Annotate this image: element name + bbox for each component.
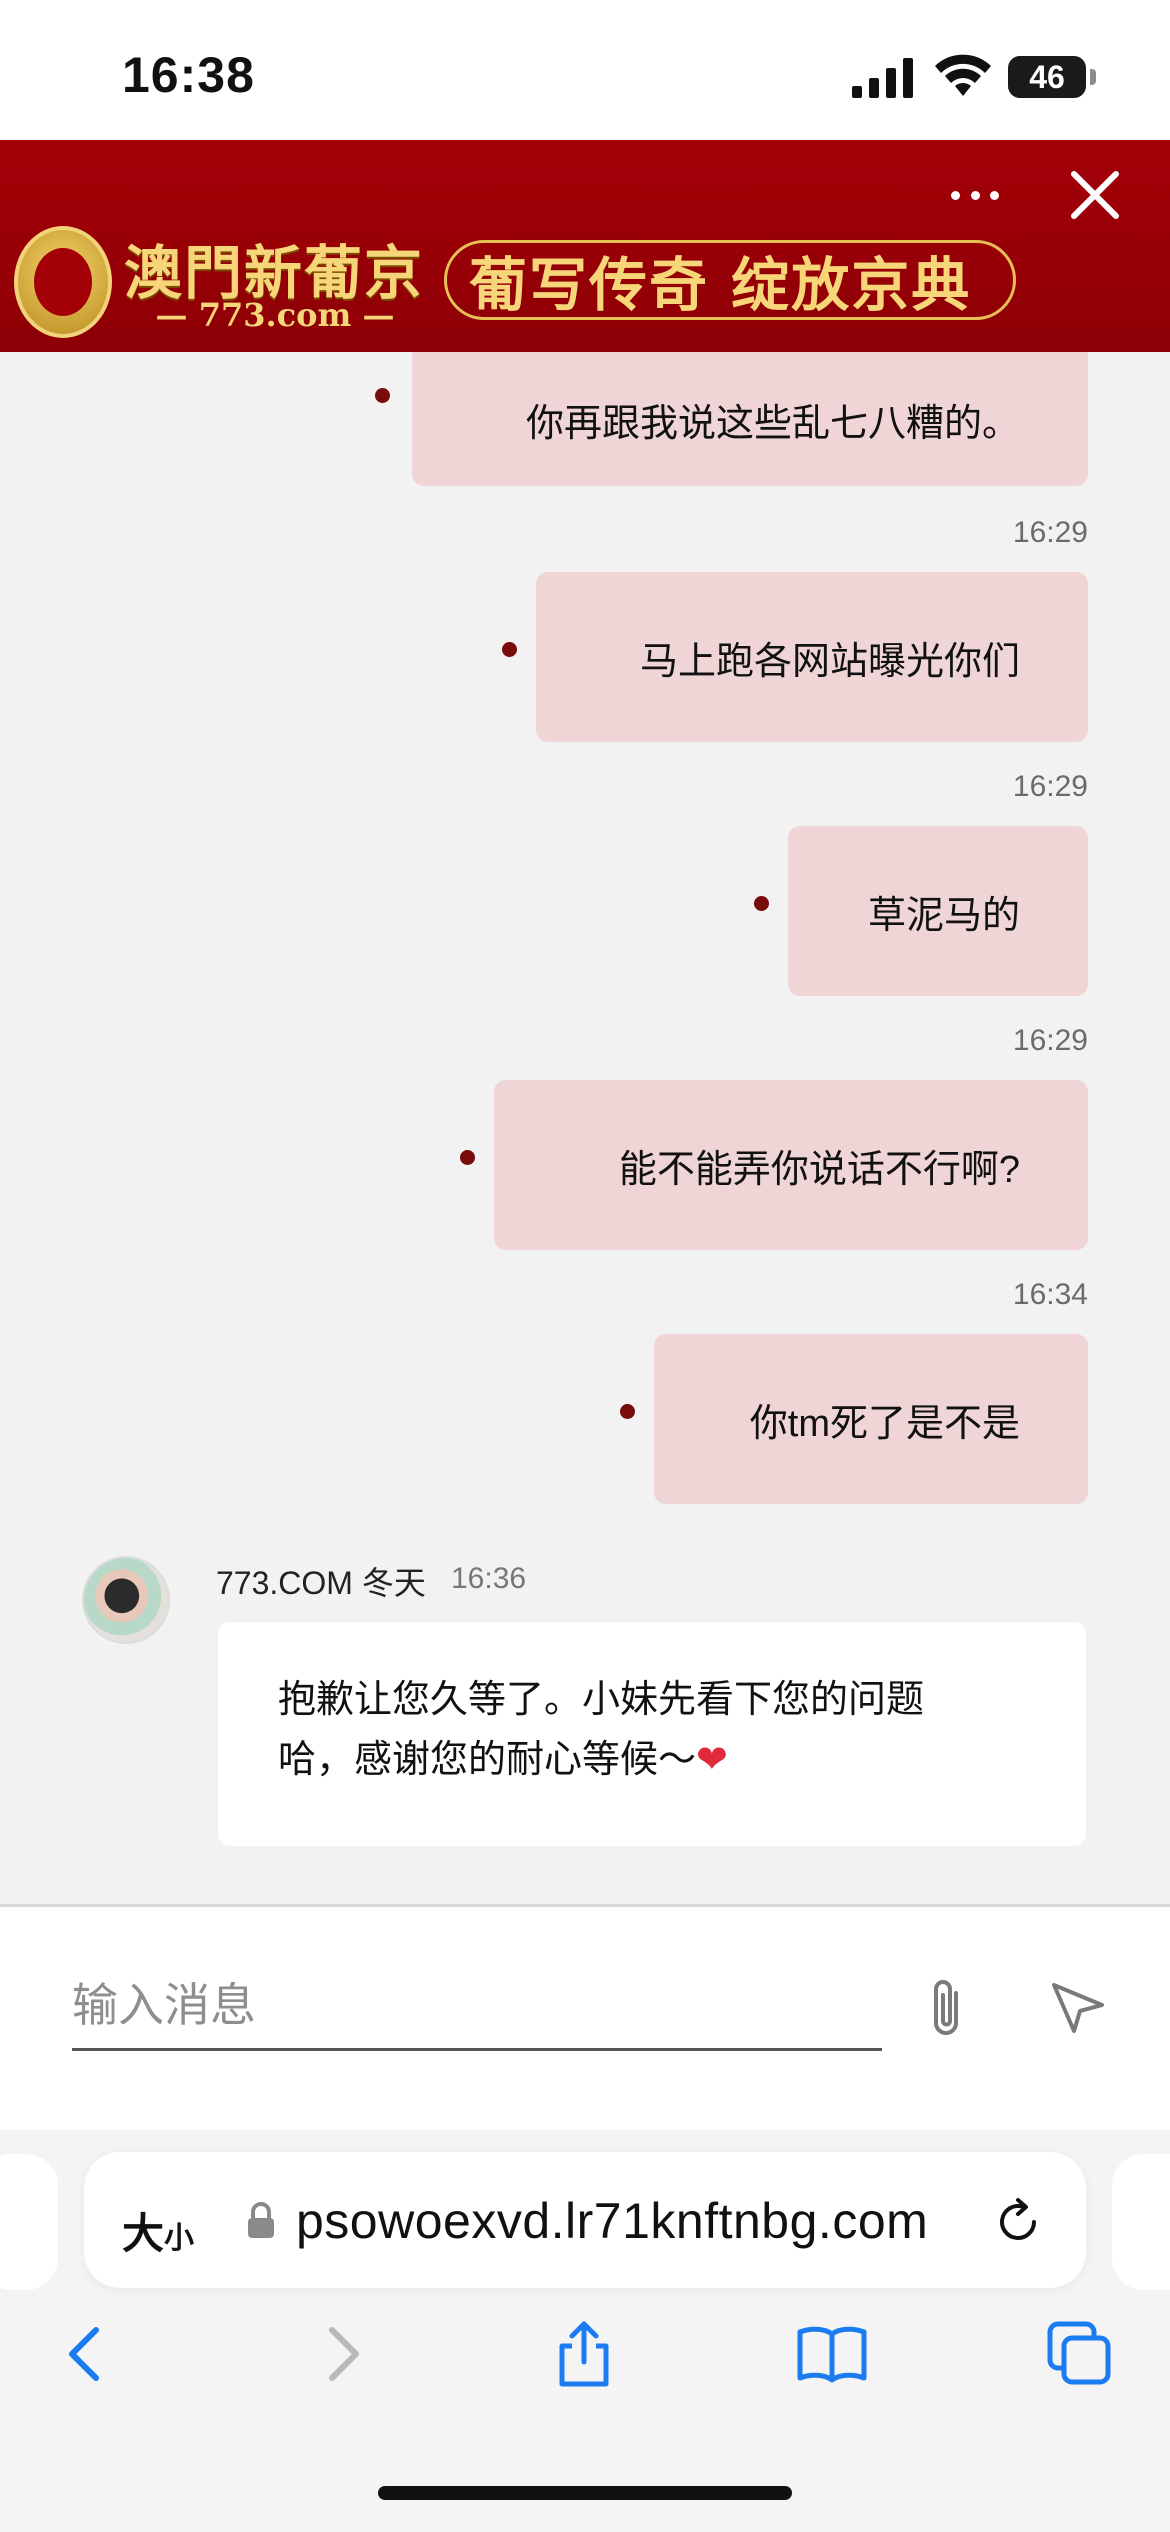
browser-toolbar: 大小 psowoexvd.lr71knftnbg.com	[0, 2130, 1170, 2532]
message-text: 草泥马的	[867, 894, 1020, 937]
message-text: 你tm死了是不是	[749, 1402, 1020, 1445]
cellular-signal-icon	[852, 58, 913, 98]
brand-domain: — 773.com —	[155, 296, 395, 334]
address-bar[interactable]: 大小 psowoexvd.lr71knftnbg.com	[84, 2152, 1086, 2288]
unread-dot	[375, 388, 390, 403]
heart-icon: ❤	[696, 1739, 728, 1781]
bookmarks-icon[interactable]	[796, 2318, 868, 2390]
message-timestamp: 16:36	[451, 1562, 527, 1595]
more-icon[interactable]	[945, 175, 1005, 215]
slogan-badge: 葡写传奇 绽放京典	[444, 240, 1016, 320]
message-text: 能不能弄你说话不行啊?	[618, 1148, 1020, 1191]
unread-dot	[620, 1404, 635, 1419]
url-text[interactable]: psowoexvd.lr71knftnbg.com	[296, 2192, 928, 2250]
message-text-line: 哈，感谢您的耐心等候～❤	[278, 1739, 728, 1781]
message-bubble-outgoing: 你tm死了是不是	[654, 1334, 1088, 1504]
agent-avatar[interactable]	[82, 1556, 170, 1644]
agent-name: 773.COM 冬天	[216, 1565, 426, 1601]
reload-icon[interactable]	[992, 2196, 1044, 2248]
message-timestamp: 16:29	[1012, 516, 1088, 549]
slogan-text: 葡写传奇 绽放京典	[469, 251, 972, 319]
tabs-icon[interactable]	[1044, 2318, 1116, 2390]
message-timestamp: 16:29	[1012, 1024, 1088, 1057]
forward-icon[interactable]	[304, 2318, 376, 2390]
message-timestamp: 16:34	[1012, 1278, 1088, 1311]
message-text-line: 抱歉让您久等了。小妹先看下您的问题	[278, 1679, 925, 1721]
lock-icon	[248, 2202, 274, 2238]
message-text: 马上跑各网站曝光你们	[639, 640, 1020, 683]
wifi-icon	[935, 54, 991, 96]
message-bubble-outgoing: 马上跑各网站曝光你们	[536, 572, 1088, 742]
back-icon[interactable]	[52, 2318, 124, 2390]
message-bubble-incoming: 抱歉让您久等了。小妹先看下您的问题 哈，感谢您的耐心等候～❤	[218, 1622, 1086, 1846]
message-text: 你再跟我说这些乱七八糟的。	[525, 402, 1020, 445]
unread-dot	[502, 642, 517, 657]
unread-dot	[460, 1150, 475, 1165]
text-size-button[interactable]: 大小	[122, 2200, 194, 2261]
send-icon[interactable]	[1050, 1979, 1106, 2035]
home-indicator[interactable]	[378, 2486, 792, 2500]
unread-dot	[754, 896, 769, 911]
message-bubble-outgoing: 你再跟我说这些乱七八糟的。	[412, 352, 1088, 486]
attach-icon[interactable]	[922, 1977, 970, 2041]
share-icon[interactable]	[548, 2318, 620, 2390]
status-time: 16:38	[122, 47, 255, 103]
message-bubble-outgoing: 能不能弄你说话不行啊?	[494, 1080, 1088, 1250]
adjacent-tab-left[interactable]	[0, 2154, 58, 2290]
brand-logo-icon	[14, 226, 112, 338]
message-timestamp: 16:29	[1012, 770, 1088, 803]
battery-indicator: 46	[1008, 56, 1096, 98]
adjacent-tab-right[interactable]	[1112, 2154, 1170, 2290]
message-input-bar	[0, 1904, 1170, 2130]
close-icon[interactable]	[1066, 166, 1124, 224]
message-input[interactable]	[72, 1961, 882, 2051]
message-bubble-outgoing: 草泥马的	[788, 826, 1088, 996]
status-bar: 16:38 46	[0, 0, 1170, 140]
